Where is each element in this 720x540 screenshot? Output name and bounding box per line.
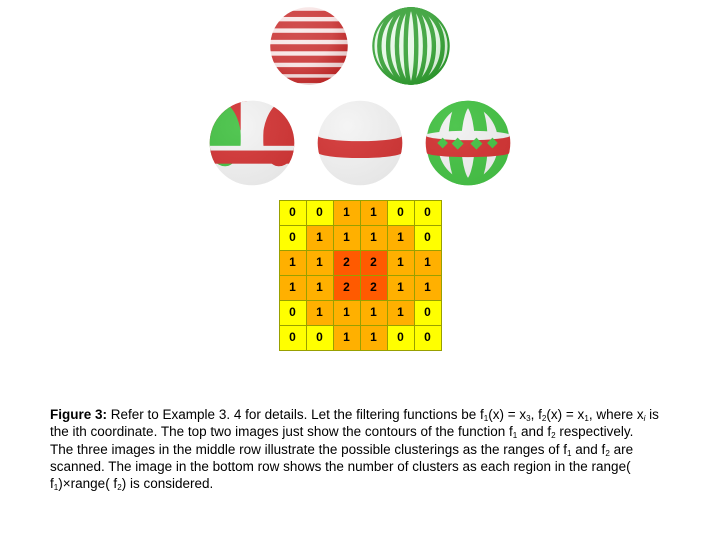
- grid-cell: 1: [415, 251, 441, 275]
- cluster-count-grid: 001100011110112211112211011110001100: [279, 200, 442, 351]
- grid-cell: 1: [388, 251, 414, 275]
- grid-cell: 0: [280, 201, 306, 225]
- grid-cell: 2: [361, 251, 387, 275]
- grid-cell: 2: [334, 251, 360, 275]
- grid-cell: 1: [334, 326, 360, 350]
- grid-cell: 0: [415, 201, 441, 225]
- figure-top-row: [265, 2, 455, 90]
- grid-cell: 1: [388, 276, 414, 300]
- grid-cell: 0: [388, 326, 414, 350]
- figure-caption: Figure 3: Refer to Example 3. 4 for deta…: [50, 406, 660, 492]
- grid-cell: 1: [388, 226, 414, 250]
- grid-cell: 0: [415, 326, 441, 350]
- figure-label: Figure 3:: [50, 407, 107, 422]
- grid-cell: 0: [280, 301, 306, 325]
- grid-cell: 1: [334, 226, 360, 250]
- grid-cell: 0: [307, 326, 333, 350]
- grid-cell: 1: [361, 201, 387, 225]
- grid-cell: 1: [361, 226, 387, 250]
- grid-cell: 1: [307, 276, 333, 300]
- grid-cell: 0: [388, 201, 414, 225]
- grid-cell: 1: [280, 276, 306, 300]
- grid-cell: 1: [388, 301, 414, 325]
- sphere-horizontal-stripes: [265, 2, 353, 90]
- grid-cell: 1: [307, 301, 333, 325]
- grid-cell: 1: [307, 251, 333, 275]
- grid-cell: 2: [361, 276, 387, 300]
- grid-cell: 1: [415, 276, 441, 300]
- grid-cell: 1: [307, 226, 333, 250]
- grid-cell: 1: [334, 301, 360, 325]
- sphere-vertical-stripes: [367, 2, 455, 90]
- grid-cell: 1: [361, 326, 387, 350]
- grid-cell: 0: [415, 301, 441, 325]
- figure-mid-row: [205, 96, 515, 190]
- grid-cell: 0: [307, 201, 333, 225]
- grid-cell: 1: [361, 301, 387, 325]
- grid-cell: 0: [415, 226, 441, 250]
- grid-cell: 1: [334, 201, 360, 225]
- grid-cell: 2: [334, 276, 360, 300]
- sphere-clustered-caps: [205, 96, 299, 190]
- grid-cell: 1: [280, 251, 306, 275]
- sphere-green-segments: [421, 96, 515, 190]
- grid-cell: 0: [280, 326, 306, 350]
- grid-cell: 0: [280, 226, 306, 250]
- sphere-red-band: [313, 96, 407, 190]
